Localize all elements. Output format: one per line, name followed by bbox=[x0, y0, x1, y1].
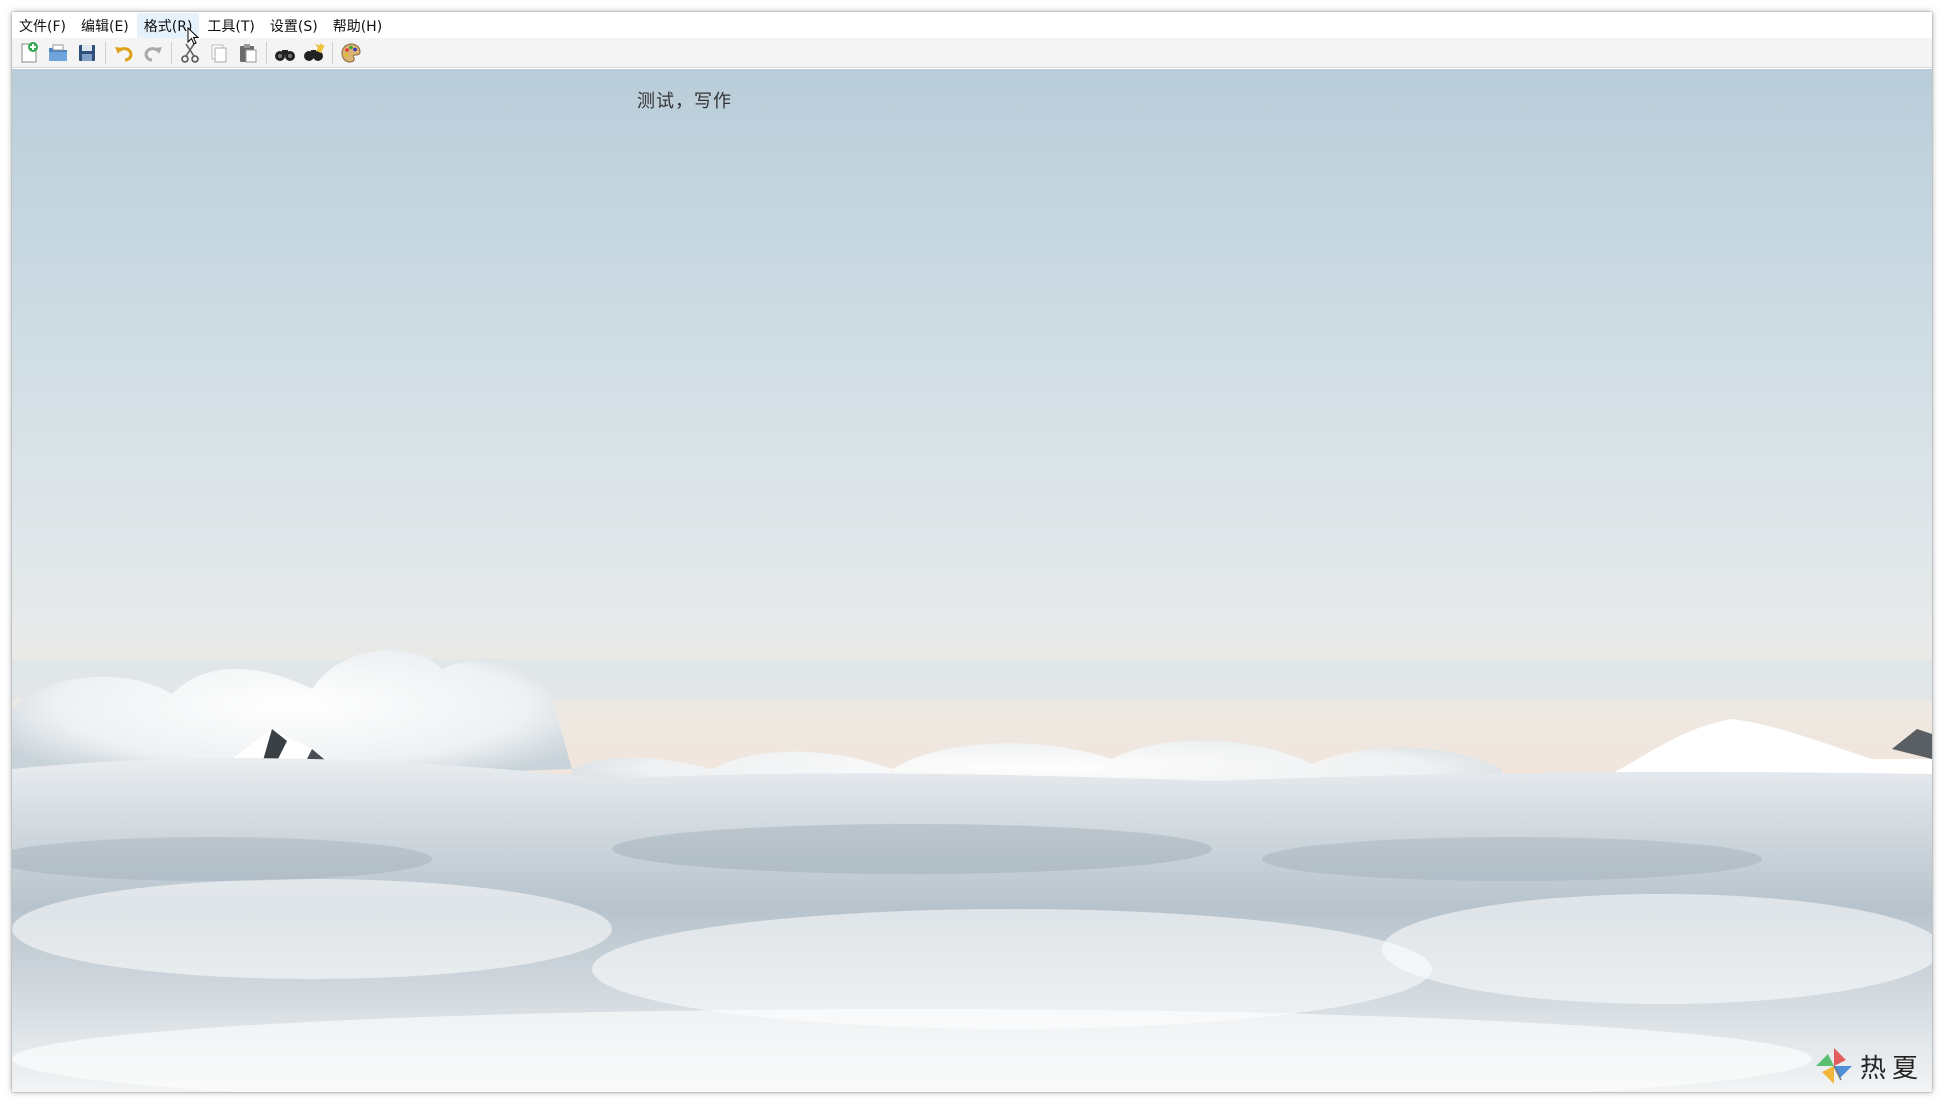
palette-icon bbox=[341, 42, 361, 63]
save-icon bbox=[79, 44, 95, 61]
undo-button[interactable] bbox=[111, 40, 137, 66]
toolbar-separator bbox=[266, 41, 267, 64]
pinwheel-logo-icon bbox=[1815, 1048, 1852, 1084]
paste-button[interactable] bbox=[235, 40, 261, 66]
save-button[interactable] bbox=[74, 40, 100, 66]
watermark-text: 热夏 bbox=[1859, 1053, 1924, 1084]
menu-bar: 文件(F) 编辑(E) 格式(R) 工具(T) 设置(S) 帮助(H) bbox=[12, 12, 1932, 38]
undo-icon bbox=[115, 46, 133, 61]
replace-button[interactable] bbox=[301, 40, 327, 66]
toolbar-separator bbox=[171, 41, 172, 64]
document-text: 测试，写作 bbox=[637, 91, 732, 112]
copy-button[interactable] bbox=[206, 40, 232, 66]
new-file-button[interactable] bbox=[16, 40, 42, 66]
menu-help[interactable]: 帮助(H) bbox=[326, 13, 389, 38]
open-button[interactable] bbox=[45, 40, 71, 66]
toolbar-separator bbox=[332, 41, 333, 64]
watermark: 热夏 bbox=[1814, 1046, 1924, 1086]
paste-icon bbox=[240, 43, 257, 62]
find-button[interactable] bbox=[272, 40, 298, 66]
redo-icon bbox=[144, 46, 162, 61]
background-clouds-image bbox=[12, 650, 1932, 1092]
replace-icon bbox=[304, 43, 325, 61]
mouse-cursor-icon bbox=[187, 27, 200, 45]
find-icon bbox=[275, 49, 295, 61]
toolbar bbox=[12, 38, 1932, 68]
redo-button[interactable] bbox=[140, 40, 166, 66]
toolbar-separator bbox=[105, 41, 106, 64]
editor-area[interactable]: 测试，写作 热夏 bbox=[12, 69, 1932, 1092]
menu-tools[interactable]: 工具(T) bbox=[200, 13, 261, 38]
menu-file[interactable]: 文件(F) bbox=[12, 13, 73, 38]
palette-button[interactable] bbox=[338, 40, 364, 66]
new-file-icon bbox=[21, 41, 38, 62]
open-folder-icon bbox=[49, 44, 67, 61]
menu-edit[interactable]: 编辑(E) bbox=[74, 13, 136, 38]
copy-icon bbox=[211, 44, 227, 62]
menu-settings[interactable]: 设置(S) bbox=[263, 13, 325, 38]
app-window: 文件(F) 编辑(E) 格式(R) 工具(T) 设置(S) 帮助(H) 测试，写… bbox=[12, 12, 1932, 1092]
